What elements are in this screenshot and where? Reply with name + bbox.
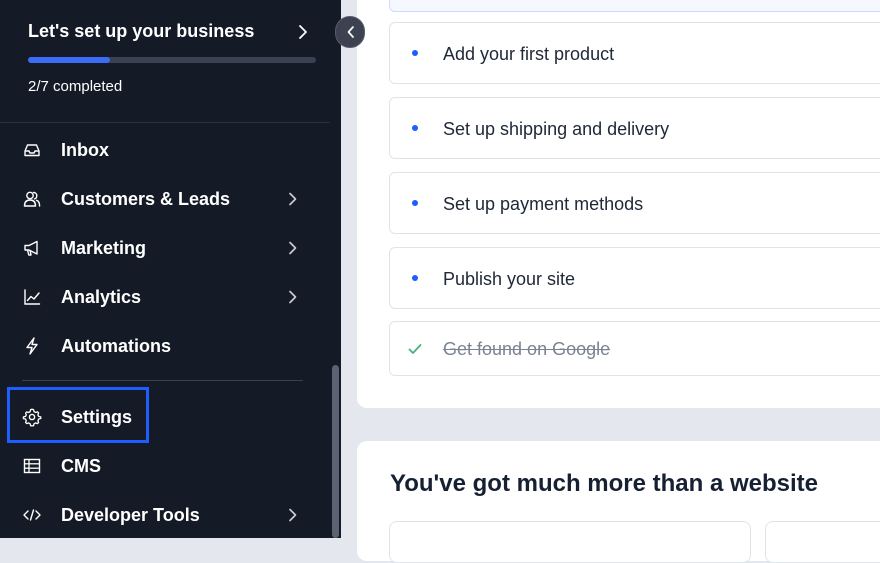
- task-label: Add your first product: [443, 44, 615, 64]
- nav-label-developer-tools: Developer Tools: [61, 505, 200, 525]
- task-label: Get found on Google: [443, 339, 611, 359]
- bullet-dot-icon: [412, 200, 418, 206]
- sidebar: Let's set up your business 2/7 completed…: [0, 0, 341, 538]
- code-icon: [23, 509, 41, 521]
- nav-label-inbox: Inbox: [61, 140, 109, 160]
- nav-item-automations[interactable]: Automations: [0, 326, 330, 366]
- nav-item-developer-tools[interactable]: Developer Tools: [0, 495, 330, 535]
- megaphone-icon: [24, 240, 38, 256]
- chevron-right-icon[interactable]: [296, 24, 310, 40]
- task-item-done[interactable]: Get found on Google: [389, 321, 880, 376]
- task-item-partial[interactable]: [389, 0, 880, 12]
- setup-panel[interactable]: Let's set up your business 2/7 completed: [0, 0, 341, 123]
- bullet-dot-icon: [412, 125, 418, 131]
- task-item[interactable]: Set up payment methods: [389, 172, 880, 234]
- table-icon: [23, 458, 41, 474]
- nav-item-cms[interactable]: CMS: [0, 446, 330, 486]
- nav-item-marketing[interactable]: Marketing: [0, 228, 330, 268]
- feature-card[interactable]: [389, 521, 751, 563]
- chart-icon: [24, 289, 41, 305]
- customers-icon: [23, 191, 41, 207]
- nav-label-customers-leads: Customers & Leads: [61, 189, 231, 209]
- sidebar-scrollbar-thumb[interactable]: [332, 365, 339, 538]
- nav-label-cms: CMS: [61, 456, 101, 476]
- nav-item-customers-leads[interactable]: Customers & Leads: [0, 179, 330, 219]
- chevron-right-icon: [289, 290, 297, 304]
- chevron-right-icon: [289, 192, 297, 206]
- nav-label-analytics: Analytics: [61, 287, 142, 307]
- nav-item-inbox[interactable]: Inbox: [0, 130, 330, 170]
- task-label: Publish your site: [443, 269, 576, 289]
- inbox-icon: [24, 144, 40, 157]
- setup-progress-text: 2/7 completed: [28, 78, 123, 95]
- bullet-dot-icon: [412, 50, 418, 56]
- bullet-dot-icon: [412, 275, 418, 281]
- main-content: Add your first product Set up shipping a…: [341, 0, 880, 563]
- task-item[interactable]: Add your first product: [389, 22, 880, 84]
- section-title: You've got much more than a website: [390, 470, 819, 497]
- chevron-left-icon: [347, 26, 354, 38]
- nav-item-analytics[interactable]: Analytics: [0, 277, 330, 317]
- nav-divider: [22, 380, 303, 381]
- nav-label-automations: Automations: [61, 336, 171, 356]
- settings-highlight-box: [7, 387, 149, 443]
- task-item[interactable]: Publish your site: [389, 247, 880, 309]
- lightning-icon: [26, 337, 38, 355]
- setup-progress-bar: [28, 57, 316, 63]
- feature-card[interactable]: [765, 521, 880, 563]
- nav-label-marketing: Marketing: [61, 238, 147, 258]
- chevron-right-icon: [289, 508, 297, 522]
- collapse-sidebar-button[interactable]: [335, 16, 365, 48]
- task-label: Set up payment methods: [443, 194, 644, 214]
- task-item[interactable]: Set up shipping and delivery: [389, 97, 880, 159]
- task-label: Set up shipping and delivery: [443, 119, 670, 139]
- setup-title[interactable]: Let's set up your business: [28, 21, 254, 42]
- setup-progress-fill: [28, 57, 111, 63]
- chevron-right-icon: [289, 241, 297, 255]
- checkmark-icon: [408, 344, 422, 354]
